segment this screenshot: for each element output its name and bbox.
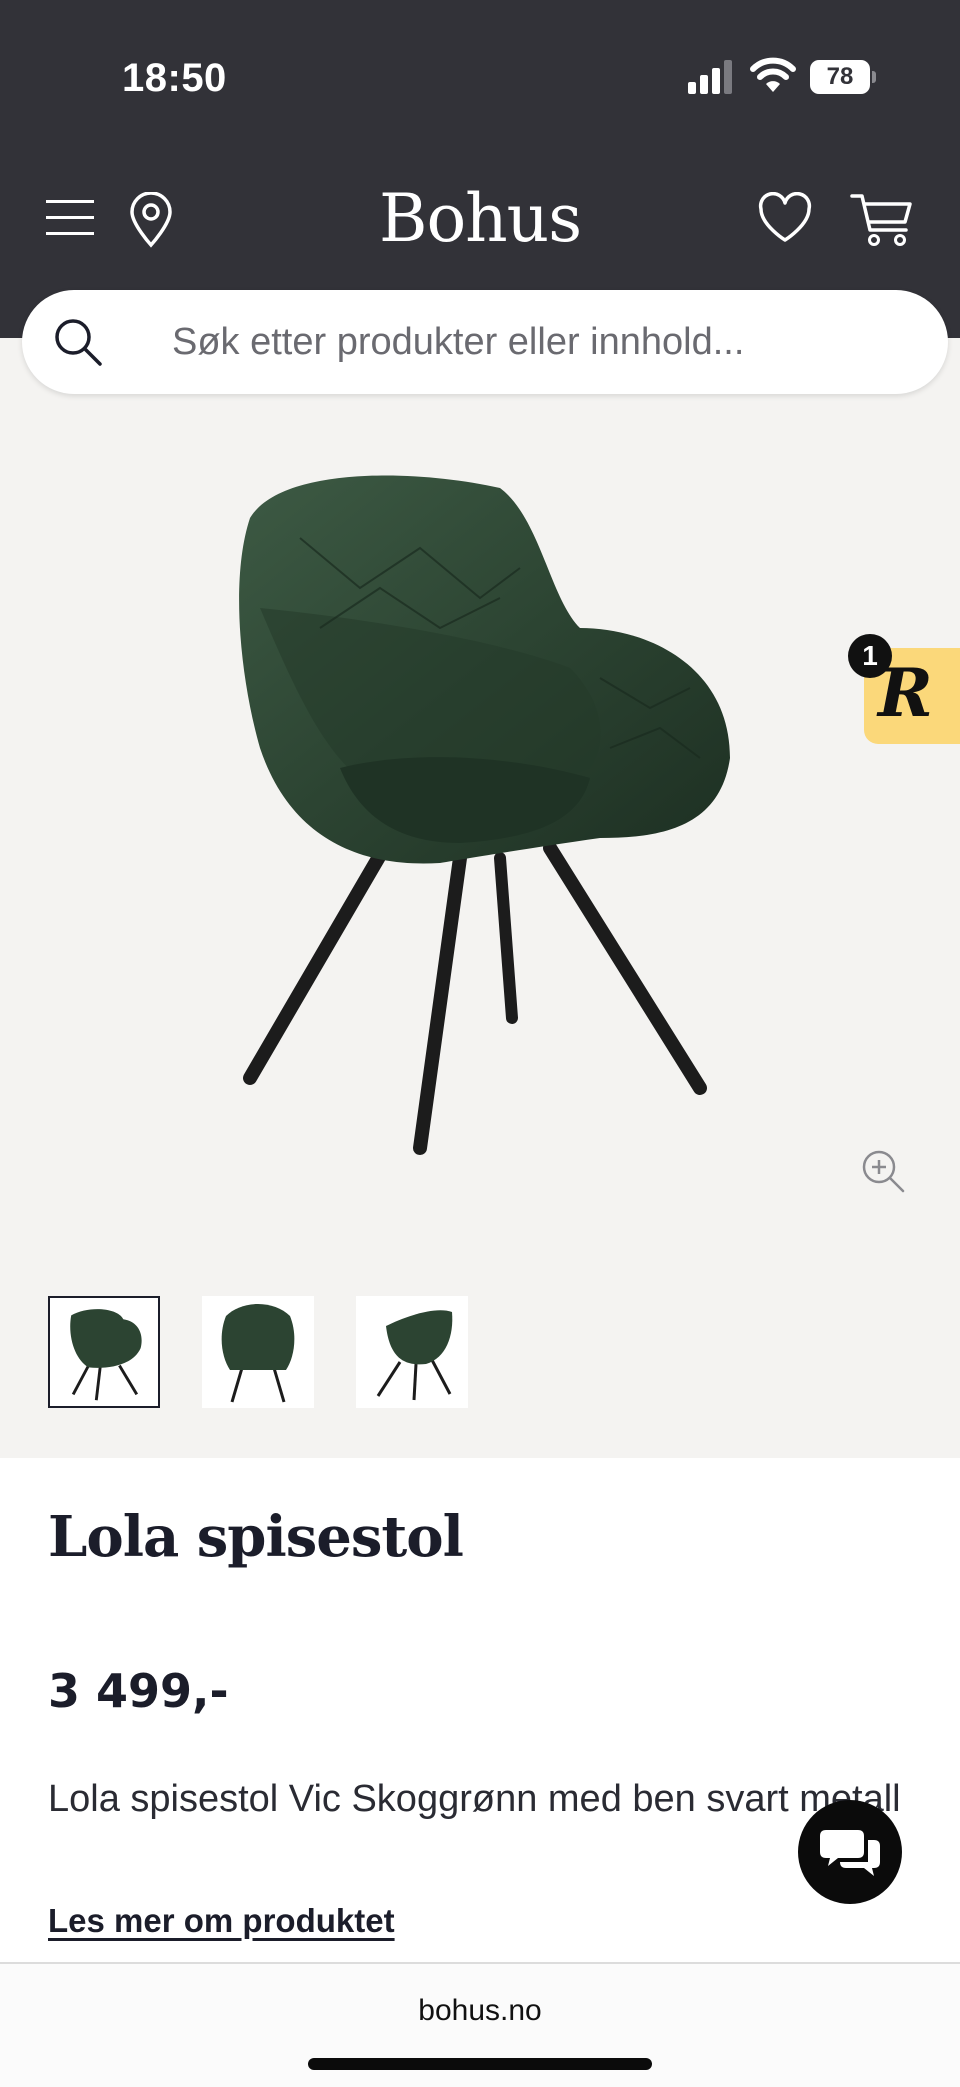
search-icon[interactable] bbox=[52, 316, 104, 368]
chair-thumbnail-image bbox=[376, 1310, 453, 1401]
status-time: 18:50 bbox=[122, 56, 227, 100]
home-indicator[interactable] bbox=[308, 2058, 652, 2070]
browser-url[interactable]: bohus.no bbox=[0, 1994, 960, 2028]
status-bar: 18:50 78 bbox=[0, 0, 960, 150]
product-price: 3 499,- bbox=[48, 1664, 229, 1718]
product-title: Lola spisestol bbox=[48, 1504, 464, 1570]
product-image-main[interactable] bbox=[220, 458, 740, 1158]
chair-thumbnail-image bbox=[221, 1304, 295, 1403]
product-description: Lola spisestol Vic Skoggrønn med ben sva… bbox=[48, 1778, 901, 1820]
thumbnail-3[interactable] bbox=[356, 1296, 468, 1408]
zoom-in-icon[interactable] bbox=[860, 1148, 906, 1194]
bohus-logo[interactable]: Bohus bbox=[330, 180, 630, 257]
product-gallery bbox=[0, 338, 960, 1458]
search-input[interactable] bbox=[172, 316, 912, 368]
shopping-cart-icon[interactable] bbox=[850, 192, 914, 248]
reward-badge-count: 1 bbox=[848, 634, 892, 678]
wishlist-heart-icon[interactable] bbox=[758, 192, 812, 246]
read-more-link[interactable]: Les mer om produktet bbox=[48, 1902, 395, 1940]
wifi-icon bbox=[750, 57, 796, 92]
battery-icon: 78 bbox=[810, 60, 876, 94]
store-location-icon[interactable] bbox=[128, 192, 174, 248]
thumbnail-2[interactable] bbox=[202, 1296, 314, 1408]
hamburger-menu-icon[interactable] bbox=[44, 196, 96, 240]
browser-bottom-bar: bohus.no bbox=[0, 1962, 960, 2087]
battery-level: 78 bbox=[826, 63, 854, 90]
thumbnail-1[interactable] bbox=[48, 1296, 160, 1408]
cellular-signal-icon bbox=[688, 60, 732, 94]
chat-button[interactable] bbox=[798, 1800, 902, 1904]
chair-thumbnail-image bbox=[70, 1309, 142, 1401]
top-header: 18:50 78 Bohus bbox=[0, 0, 960, 338]
search-bar[interactable] bbox=[22, 290, 948, 394]
chat-bubbles-icon bbox=[820, 1830, 880, 1876]
